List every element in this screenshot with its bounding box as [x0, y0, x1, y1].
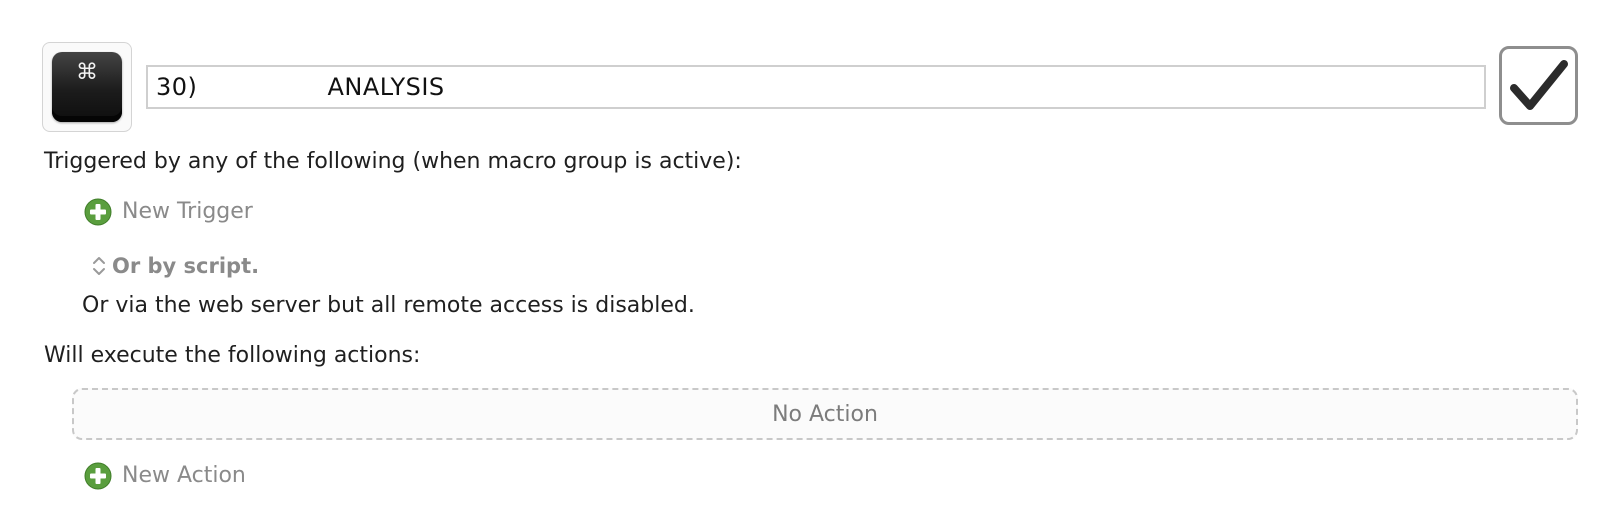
new-trigger-button[interactable]: New Trigger	[84, 198, 253, 226]
up-down-chevron-icon	[93, 257, 105, 275]
new-action-label: New Action	[122, 463, 246, 488]
command-key-icon: ⌘	[52, 52, 122, 122]
checkmark-icon	[1509, 59, 1568, 110]
or-by-script-label: Or by script.	[112, 254, 260, 278]
new-trigger-label: New Trigger	[122, 199, 253, 224]
macro-name-field[interactable]	[146, 65, 1486, 109]
new-action-button[interactable]: New Action	[84, 462, 246, 490]
macro-icon-well[interactable]: ⌘	[42, 42, 132, 132]
command-glyph: ⌘	[76, 60, 98, 85]
actions-heading: Will execute the following actions:	[44, 343, 421, 368]
or-by-script-disclosure[interactable]: Or by script.	[92, 252, 259, 280]
add-circle-icon	[84, 462, 112, 490]
no-action-label: No Action	[772, 401, 878, 427]
triggers-heading: Triggered by any of the following (when …	[44, 149, 742, 174]
macro-enabled-checkbox[interactable]	[1499, 46, 1578, 125]
actions-drop-zone[interactable]: No Action	[72, 388, 1578, 440]
web-server-note: Or via the web server but all remote acc…	[82, 293, 695, 318]
add-circle-icon	[84, 198, 112, 226]
